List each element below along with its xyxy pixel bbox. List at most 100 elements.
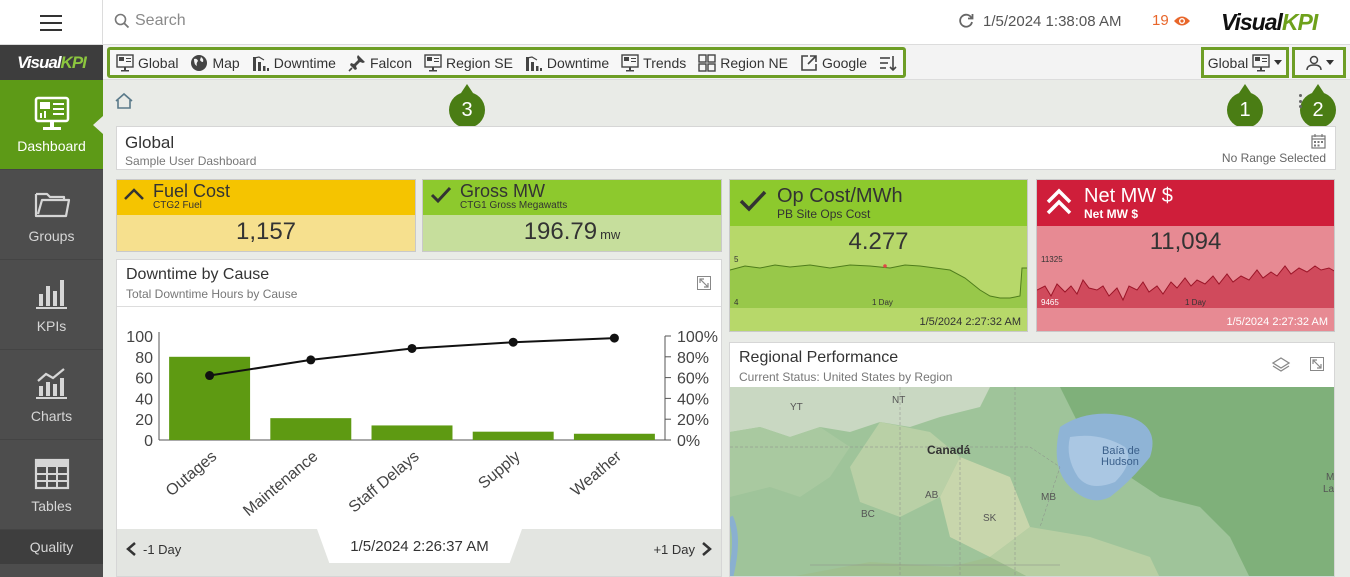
sidebar-item-label: Quality (29, 539, 74, 555)
y-tick-label: 20 (135, 412, 153, 429)
tab-label: Global (138, 54, 179, 71)
cumulative-point (306, 355, 316, 365)
layers-icon[interactable] (1271, 356, 1291, 374)
refresh-status[interactable]: 1/5/2024 1:38:08 AM (957, 12, 1121, 30)
y2-tick-label: 20% (677, 412, 709, 429)
search-placeholder: Search (135, 12, 186, 29)
map-label: La (1323, 484, 1335, 495)
downtime-by-cause-card: Downtime by Cause Total Downtime Hours b… (116, 259, 722, 577)
page-title: Global (125, 133, 175, 152)
tab-falcon[interactable]: Falcon (348, 54, 412, 72)
cumulative-point (609, 333, 619, 343)
tab-trends[interactable]: Trends (621, 53, 686, 72)
region-map[interactable]: YT NT Canadá Baía de Hudson BC AB SK MB … (730, 387, 1335, 577)
tab-google[interactable]: Google (800, 54, 867, 72)
globe-icon (191, 54, 208, 71)
callout-badge-2: 2 (1300, 84, 1336, 128)
y2-tick-label: 60% (677, 371, 709, 388)
tile-title: Op Cost/MWh (777, 185, 903, 207)
callout-badge-1: 1 (1227, 84, 1263, 128)
tab-label: Region SE (445, 54, 513, 71)
more-options-icon[interactable] (1299, 94, 1305, 108)
chevron-down-icon (1325, 60, 1334, 65)
cumulative-point (508, 337, 518, 347)
sidebar-item-dashboard[interactable]: Dashboard (0, 80, 103, 170)
tab-label: Region NE (720, 54, 788, 71)
kpi-tile-net-mw[interactable]: Net MW $ Net MW $ 11,094 11325 9465 1 Da… (1036, 179, 1335, 332)
sort-icon (880, 55, 897, 71)
tile-timestamp: 1/5/2024 2:27:32 AM (1226, 316, 1328, 328)
dashboard-icon (116, 53, 134, 71)
kpi-tile-fuel-cost[interactable]: Fuel Cost CTG2 Fuel 1,157 (116, 179, 416, 252)
spark-period: 1 Day (1185, 298, 1206, 307)
map-label: Hudson (1101, 456, 1139, 468)
map-label: Canadá (927, 443, 971, 457)
dashboard-icon (1252, 53, 1270, 71)
check-icon (430, 186, 452, 204)
watch-alerts[interactable]: 19 (1152, 12, 1191, 29)
home-icon[interactable] (114, 92, 134, 110)
chart-trend-icon (35, 367, 67, 399)
tile-unit: mw (600, 227, 621, 242)
dashboard-select[interactable]: Global (1201, 47, 1289, 78)
hamburger-menu-icon[interactable] (0, 0, 103, 45)
tile-title: Net MW $ (1084, 185, 1173, 207)
check-icon (739, 190, 767, 212)
kpi-tile-gross-mw[interactable]: Gross MW CTG1 Gross Megawatts 196.79 mw (422, 179, 722, 252)
tab-label: Falcon (369, 54, 412, 71)
map-label: AB (925, 490, 939, 501)
bar-supply (472, 431, 554, 440)
y2-tick-label: 40% (677, 391, 709, 408)
y-tick-label: 80 (135, 350, 153, 367)
user-menu-button[interactable] (1292, 47, 1346, 78)
tab-map[interactable]: Map (190, 54, 240, 72)
dashboard-header: Global Sample User Dashboard No Range Se… (116, 126, 1336, 170)
spark-y-max: 5 (734, 255, 739, 264)
refresh-icon[interactable] (957, 12, 975, 30)
tile-title: Gross MW (460, 181, 545, 201)
y2-tick-label: 80% (677, 350, 709, 367)
sidebar-item-label: Groups (28, 227, 75, 244)
kpi-tile-op-cost[interactable]: Op Cost/MWh PB Site Ops Cost 4.277 5 4 1… (729, 179, 1028, 332)
callout-badge-3: 3 (449, 84, 485, 128)
range-status: No Range Selected (1221, 151, 1326, 165)
expand-icon[interactable] (1310, 357, 1324, 371)
tab-global[interactable]: Global (116, 53, 179, 72)
tab-region-se[interactable]: Region SE (424, 53, 513, 72)
previous-period-button[interactable]: -1 Day (125, 541, 181, 557)
calendar-icon[interactable] (1311, 134, 1326, 149)
time-navigator: -1 Day 1/5/2024 2:26:37 AM +1 Day (117, 529, 721, 576)
chevron-right-icon (702, 542, 712, 556)
expand-icon[interactable] (697, 276, 711, 290)
y-tick-label: 40 (135, 391, 153, 408)
search-box[interactable]: Search (114, 12, 186, 30)
x-tick-label: Staff Delays (346, 448, 423, 516)
dashboard-icon (34, 96, 69, 130)
tab-label: Downtime (273, 54, 336, 71)
sidebar-item-tables[interactable]: Tables (0, 440, 103, 530)
cumulative-point (407, 343, 417, 353)
tile-value-wrap: 196.79 mw (423, 218, 721, 246)
sidebar-item-label: KPIs (36, 317, 67, 334)
card-title: Regional Performance (739, 349, 899, 366)
next-period-button[interactable]: +1 Day (653, 541, 713, 557)
map-label: NT (892, 395, 906, 406)
sidebar-item-label: Charts (30, 407, 73, 424)
sidebar-item-charts[interactable]: Charts (0, 350, 103, 440)
map-canvas[interactable] (730, 387, 1335, 577)
tile-value: 1,157 (235, 218, 297, 245)
spark-period: 1 Day (872, 298, 893, 307)
tab-downtime-2[interactable]: Downtime (525, 54, 609, 72)
sort-tabs-button[interactable] (879, 54, 897, 72)
tab-region-ne[interactable]: Region NE (698, 53, 788, 72)
bar-maintenance (270, 418, 352, 440)
sidebar-item-groups[interactable]: Groups (0, 170, 103, 260)
sidebar-item-quality[interactable]: Quality (0, 530, 103, 564)
tile-title: Fuel Cost (153, 181, 231, 201)
x-tick-label: Weather (568, 448, 626, 500)
tab-downtime[interactable]: Downtime (252, 54, 336, 72)
card-subtitle: Current Status: United States by Region (739, 370, 953, 384)
sidebar-item-kpis[interactable]: KPIs (0, 260, 103, 350)
dashboard-icon (621, 53, 639, 71)
grid-icon (698, 53, 716, 72)
